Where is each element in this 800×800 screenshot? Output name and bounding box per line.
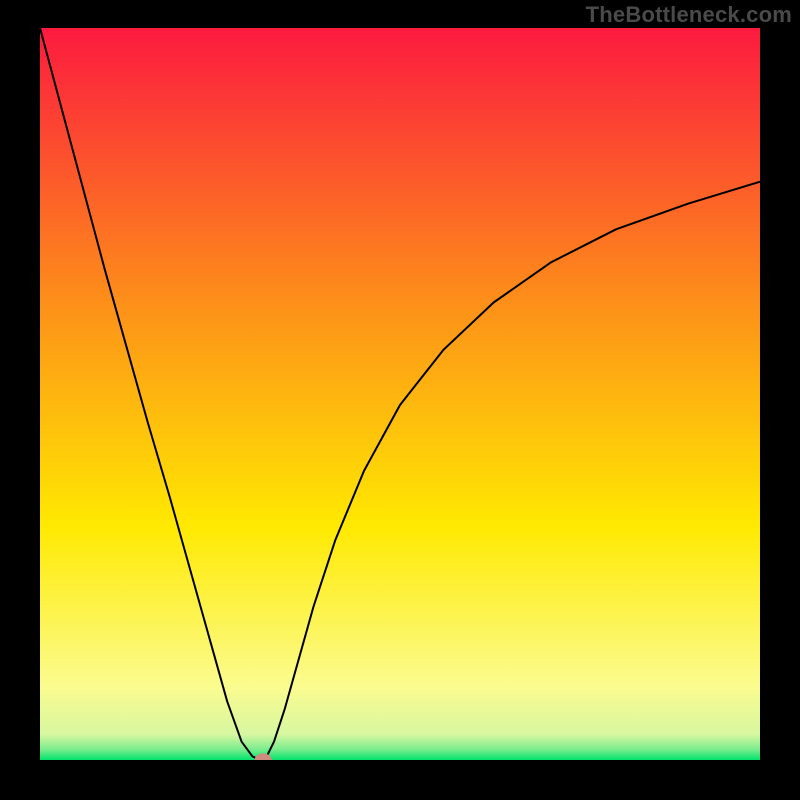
chart-svg: [40, 28, 760, 760]
chart-frame: TheBottleneck.com: [0, 0, 800, 800]
chart-background: [40, 28, 760, 760]
watermark-text: TheBottleneck.com: [586, 2, 792, 28]
plot-area: [40, 28, 760, 760]
